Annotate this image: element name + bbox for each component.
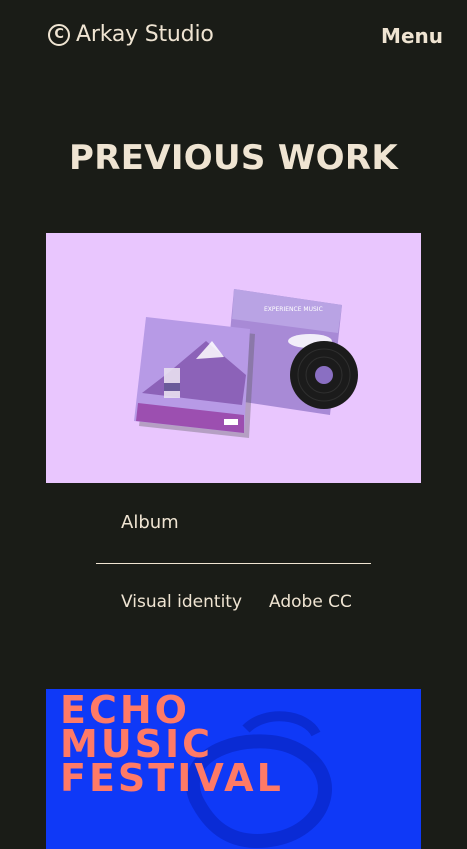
project-title[interactable]: Album [121, 512, 179, 533]
album-mockup-graphic: EXPERIENCE MUSIC [134, 289, 358, 438]
echo-festival-poster-graphic: ECHO MUSIC FESTIVAL [60, 689, 332, 848]
project-tag: Visual identity [121, 592, 243, 612]
section-title: PREVIOUS WORK [69, 138, 398, 178]
project-divider [96, 563, 371, 564]
logo-text: Arkay Studio [76, 22, 214, 47]
project-tag: Adobe CC [269, 592, 352, 612]
back-sleeve-title: EXPERIENCE MUSIC [264, 306, 323, 313]
album-project-image[interactable]: EXPERIENCE MUSIC [46, 233, 421, 483]
poster-line-festival: FESTIVAL [60, 756, 284, 800]
vinyl-record [290, 341, 358, 409]
logo[interactable]: C Arkay Studio [48, 22, 214, 47]
copyright-icon: C [48, 23, 70, 46]
site-header: C Arkay Studio Menu [0, 0, 467, 75]
echo-festival-project-image[interactable]: ECHO MUSIC FESTIVAL [46, 689, 421, 849]
album-front-cover [134, 317, 255, 438]
menu-button[interactable]: Menu [381, 24, 443, 48]
